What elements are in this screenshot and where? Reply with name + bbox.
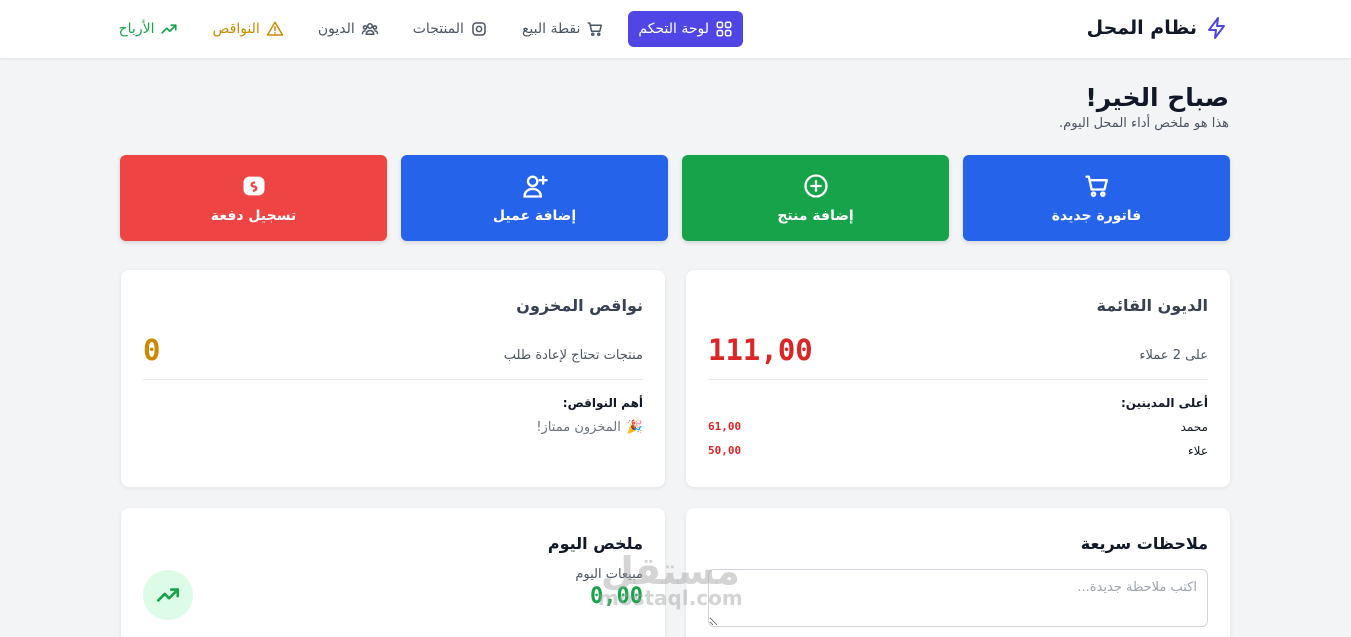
- today-sales-value: 0,00: [590, 584, 643, 609]
- card-title: ملخص اليوم: [547, 534, 643, 553]
- stock-ok-message: 🎉 المخزون ممتاز!: [143, 420, 643, 435]
- nav-item-label: المنتجات: [412, 21, 464, 37]
- debtor-row[interactable]: محمد 61,00: [708, 420, 1208, 434]
- warning-icon: [266, 21, 284, 36]
- nav-item-pos[interactable]: نقطة البيع: [512, 11, 614, 47]
- user-plus-icon: [522, 175, 548, 198]
- app-brand[interactable]: نظام المحل: [1087, 16, 1229, 40]
- sales-trend-icon: [143, 570, 193, 620]
- quick-actions: فاتورة جديدة إضافة منتج إضافة عميل تسجيل…: [120, 155, 1230, 241]
- outstanding-debts-card: الديون القائمة على 2 عملاء 111,00 أعلى ا…: [686, 270, 1230, 487]
- money-icon: [243, 176, 264, 196]
- debtor-name: محمد: [1180, 420, 1208, 434]
- top-navbar: نظام المحل لوحة التحكم نقطة البيع المنتج…: [0, 0, 1351, 58]
- trending-up-icon: [161, 24, 178, 34]
- action-label: إضافة منتج: [777, 208, 854, 224]
- add-product-button[interactable]: إضافة منتج: [682, 155, 949, 241]
- stock-count: 0: [143, 333, 161, 367]
- nav-item-shortages[interactable]: النواقص: [202, 11, 293, 47]
- debts-customers-count: على 2 عملاء: [1139, 348, 1208, 363]
- watermark-url: mostaql.com: [598, 586, 743, 610]
- action-label: فاتورة جديدة: [1051, 208, 1142, 224]
- nav-item-dashboard[interactable]: لوحة التحكم: [628, 11, 743, 47]
- grid-icon: [716, 21, 732, 37]
- nav-item-label: الأرباح: [118, 21, 155, 37]
- top-shortages-title: أهم النواقص:: [562, 396, 643, 410]
- party-icon: 🎉: [626, 420, 643, 435]
- note-input[interactable]: [708, 569, 1208, 627]
- quick-notes-card: ملاحظات سريعة: [686, 508, 1230, 637]
- box-icon: [472, 22, 486, 36]
- card-title: الديون القائمة: [1096, 296, 1208, 315]
- action-label: تسجيل دفعة: [210, 208, 297, 224]
- app-name: نظام المحل: [1086, 17, 1197, 39]
- main-nav: لوحة التحكم نقطة البيع المنتجات الديون ا…: [109, 11, 743, 47]
- watermark: مستقل mostaql.com: [598, 552, 743, 608]
- nav-item-profits[interactable]: الأرباح: [109, 11, 189, 47]
- greeting-title: صباح الخير!: [1085, 83, 1229, 112]
- greeting-subtitle: هذا هو ملخص أداء المحل اليوم.: [1059, 116, 1229, 131]
- debtor-name: علاء: [1188, 444, 1208, 458]
- today-sales-label: مبيعات اليوم: [575, 567, 643, 582]
- stock-ok-text: المخزون ممتاز!: [536, 420, 621, 435]
- cart-icon: [587, 22, 603, 37]
- debtor-amount: 61,00: [708, 420, 742, 433]
- stock-shortages-card: نواقص المخزون منتجات تحتاج لإعادة طلب 0 …: [121, 270, 665, 487]
- action-label: إضافة عميل: [492, 208, 577, 224]
- plus-circle-icon: [803, 174, 828, 198]
- record-payment-button[interactable]: تسجيل دفعة: [120, 155, 387, 241]
- nav-item-label: نقطة البيع: [521, 21, 581, 37]
- greeting: صباح الخير! هذا هو ملخص أداء المحل اليوم…: [1059, 82, 1229, 131]
- stock-count-text: منتجات تحتاج لإعادة طلب: [503, 348, 643, 363]
- top-debtors-title: أعلى المدينين:: [1120, 396, 1208, 410]
- new-invoice-button[interactable]: فاتورة جديدة: [963, 155, 1230, 241]
- cart-icon: [1084, 175, 1108, 197]
- debtor-row[interactable]: علاء 50,00: [708, 444, 1208, 458]
- nav-item-label: الديون: [317, 21, 355, 37]
- debts-total: 111,00: [708, 333, 813, 367]
- nav-item-debts[interactable]: الديون: [308, 11, 389, 47]
- debts-summary: على 2 عملاء 111,00: [708, 333, 1208, 380]
- lightning-icon: [1208, 17, 1225, 39]
- users-icon: [361, 23, 378, 35]
- card-title: ملاحظات سريعة: [1080, 534, 1208, 553]
- add-customer-button[interactable]: إضافة عميل: [401, 155, 668, 241]
- watermark-arabic: مستقل: [600, 549, 740, 593]
- nav-item-label: النواقص: [212, 21, 260, 37]
- trending-up-icon: [156, 588, 180, 602]
- nav-item-label: لوحة التحكم: [638, 21, 709, 37]
- stock-summary: منتجات تحتاج لإعادة طلب 0: [143, 333, 643, 380]
- today-summary-card: ملخص اليوم مبيعات اليوم 0,00: [121, 508, 665, 637]
- card-title: نواقص المخزون: [516, 296, 643, 315]
- debtor-amount: 50,00: [708, 444, 742, 457]
- nav-item-products[interactable]: المنتجات: [403, 11, 498, 47]
